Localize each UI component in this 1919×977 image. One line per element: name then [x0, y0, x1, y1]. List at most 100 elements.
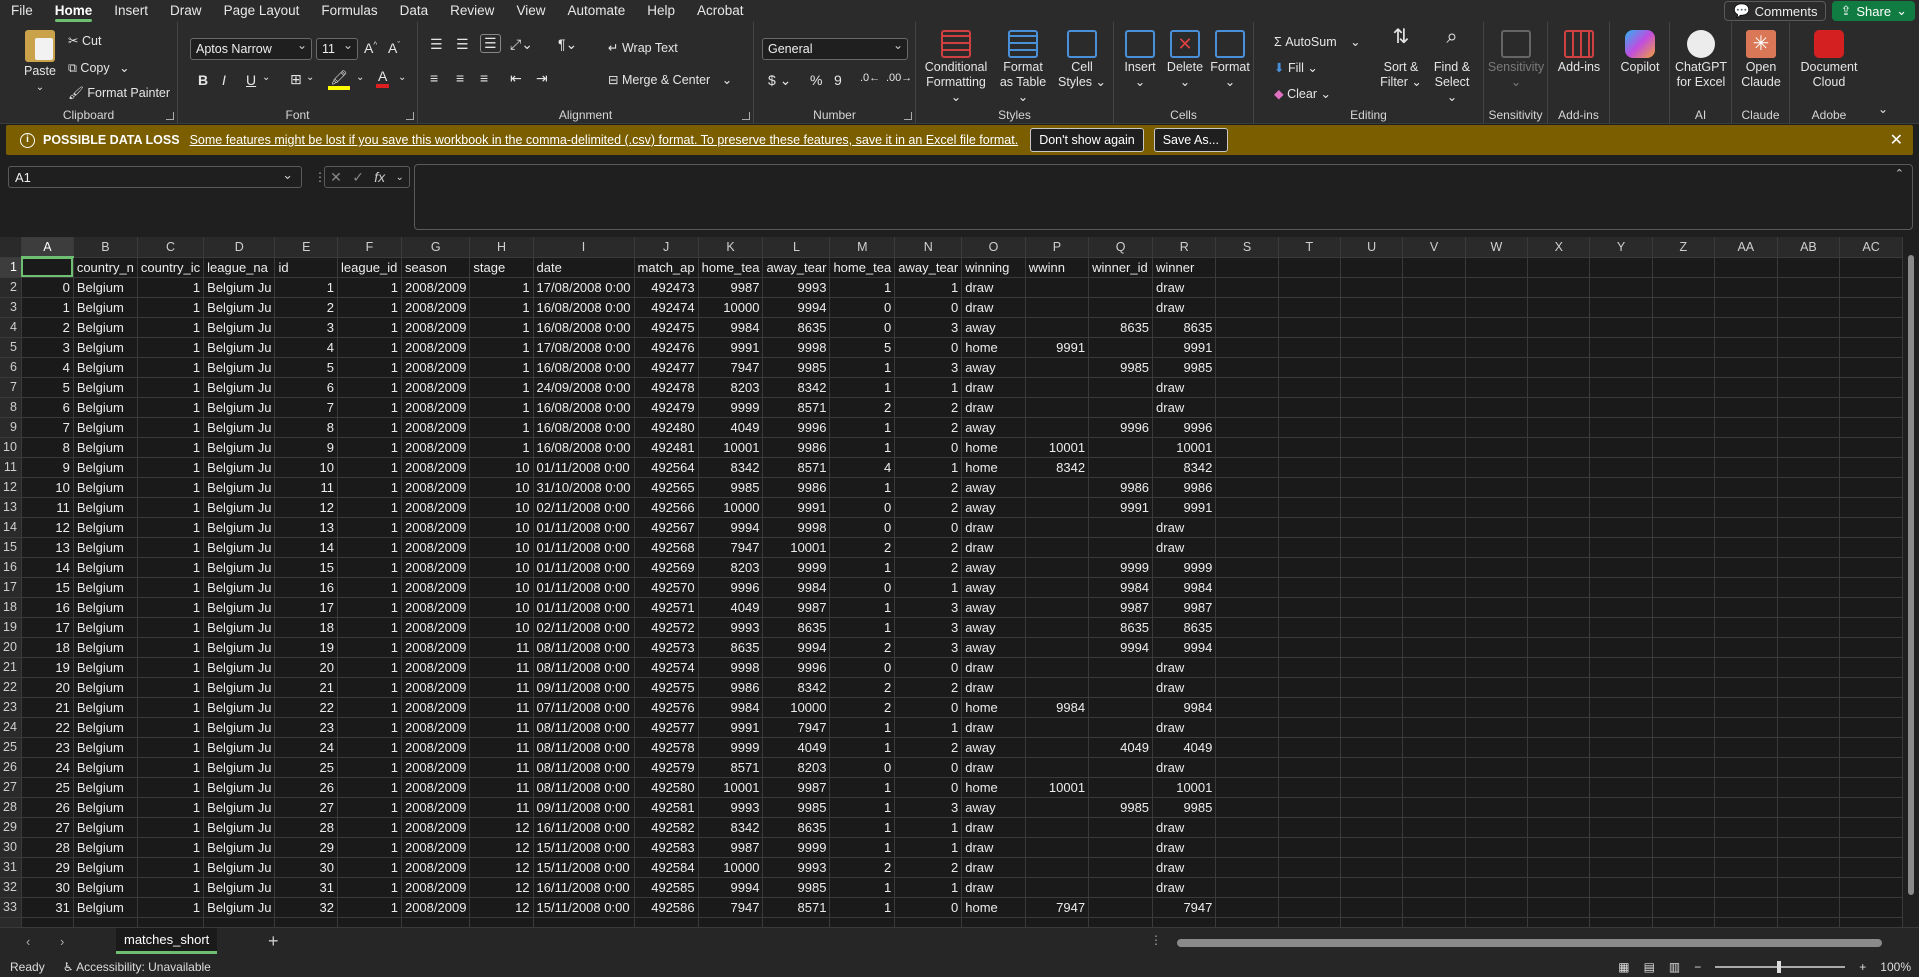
cell[interactable]: [1527, 677, 1591, 698]
cell[interactable]: draw: [961, 277, 1026, 298]
cell[interactable]: [1652, 277, 1716, 298]
percent-icon[interactable]: %: [810, 72, 822, 88]
cell[interactable]: 16/11/2008 0:00: [533, 817, 635, 838]
cell[interactable]: 1: [137, 877, 205, 898]
cell[interactable]: 5: [21, 377, 74, 398]
cell[interactable]: [1777, 837, 1841, 858]
cell[interactable]: [1839, 317, 1903, 338]
cell[interactable]: home_tea: [698, 257, 764, 278]
cell[interactable]: [1839, 457, 1903, 478]
cell[interactable]: [1402, 357, 1466, 378]
cell[interactable]: 11: [469, 777, 534, 798]
cell[interactable]: 1: [337, 577, 402, 598]
cell[interactable]: 1: [829, 477, 896, 498]
cell[interactable]: [1777, 777, 1841, 798]
cell[interactable]: [1278, 357, 1341, 378]
cell[interactable]: 492572: [634, 617, 699, 638]
cell[interactable]: draw: [1152, 277, 1217, 298]
cell[interactable]: 10001: [1025, 777, 1090, 798]
cell[interactable]: 2008/2009: [401, 597, 471, 618]
cell[interactable]: [1340, 917, 1404, 927]
cell[interactable]: [1025, 617, 1090, 638]
cell[interactable]: 12: [274, 497, 338, 518]
cell[interactable]: draw: [1152, 377, 1217, 398]
cell[interactable]: 1: [829, 597, 896, 618]
cell[interactable]: [1527, 557, 1591, 578]
cell[interactable]: [1278, 277, 1341, 298]
cell[interactable]: 1: [337, 357, 402, 378]
cell[interactable]: [1839, 577, 1903, 598]
cell[interactable]: 1: [337, 797, 402, 818]
cell[interactable]: [1839, 377, 1903, 398]
cell[interactable]: [1465, 697, 1529, 718]
cell[interactable]: 9991: [762, 497, 831, 518]
cell[interactable]: Belgium: [73, 837, 138, 858]
cell[interactable]: 492585: [634, 877, 699, 898]
cell[interactable]: [1777, 317, 1841, 338]
cell[interactable]: [1839, 417, 1903, 438]
cell[interactable]: 492481: [634, 437, 699, 458]
cell[interactable]: 31: [274, 877, 338, 898]
cell[interactable]: 30: [274, 857, 338, 878]
cell[interactable]: Belgium: [73, 597, 138, 618]
cell[interactable]: 4049: [698, 597, 764, 618]
cell[interactable]: 9998: [762, 337, 831, 358]
cell[interactable]: stage: [469, 257, 534, 278]
cell[interactable]: [1088, 877, 1154, 898]
cell[interactable]: 10: [469, 517, 534, 538]
cell[interactable]: Belgium: [73, 817, 138, 838]
cell[interactable]: 1: [137, 477, 205, 498]
cell[interactable]: 12: [21, 517, 74, 538]
cell[interactable]: [1278, 397, 1341, 418]
cell[interactable]: 2008/2009: [401, 557, 471, 578]
cell[interactable]: 8635: [1088, 317, 1154, 338]
cell[interactable]: [1714, 677, 1778, 698]
cell[interactable]: [1278, 837, 1341, 858]
cell[interactable]: [1527, 617, 1591, 638]
cell[interactable]: 10: [469, 497, 534, 518]
cell[interactable]: 1: [337, 737, 402, 758]
cell[interactable]: [1465, 377, 1529, 398]
cell[interactable]: 0: [894, 757, 963, 778]
cell[interactable]: draw: [1152, 717, 1217, 738]
cell[interactable]: 9994: [698, 877, 764, 898]
cell[interactable]: 2008/2009: [401, 697, 471, 718]
cell[interactable]: [1088, 457, 1154, 478]
cell[interactable]: [1025, 357, 1090, 378]
cell[interactable]: 15/11/2008 0:00: [533, 897, 635, 918]
cell[interactable]: [1527, 917, 1591, 927]
cell[interactable]: 8571: [762, 897, 831, 918]
cell[interactable]: 0: [829, 497, 896, 518]
name-box[interactable]: A1: [8, 166, 302, 188]
cell[interactable]: 1: [829, 417, 896, 438]
cell[interactable]: draw: [961, 377, 1026, 398]
clear-button[interactable]: ◆ Clear ⌄: [1274, 86, 1331, 101]
cell[interactable]: [1652, 777, 1716, 798]
cell[interactable]: 21: [274, 677, 338, 698]
row-header[interactable]: 20: [0, 637, 22, 658]
row-header[interactable]: 1: [0, 257, 22, 278]
cell[interactable]: [1025, 737, 1090, 758]
cell[interactable]: [1278, 297, 1341, 318]
cell[interactable]: 3: [894, 617, 963, 638]
cell[interactable]: [1402, 797, 1466, 818]
row-header[interactable]: 3: [0, 297, 22, 318]
cell[interactable]: 2008/2009: [401, 837, 471, 858]
cell[interactable]: home: [961, 897, 1026, 918]
cell[interactable]: [1465, 277, 1529, 298]
cell[interactable]: 11: [469, 757, 534, 778]
cell[interactable]: 9984: [1152, 577, 1217, 598]
cell[interactable]: [1652, 257, 1716, 278]
cell[interactable]: Belgium: [73, 737, 138, 758]
cell[interactable]: 10000: [698, 497, 764, 518]
cell[interactable]: 10: [469, 577, 534, 598]
cell[interactable]: 9985: [1088, 357, 1154, 378]
cell[interactable]: 1: [137, 517, 205, 538]
row-header[interactable]: 7: [0, 377, 22, 398]
cell[interactable]: [1777, 497, 1841, 518]
cell[interactable]: [1527, 457, 1591, 478]
cell[interactable]: [1839, 797, 1903, 818]
cell[interactable]: 9987: [698, 837, 764, 858]
cell[interactable]: 7947: [698, 537, 764, 558]
cell[interactable]: [1777, 597, 1841, 618]
